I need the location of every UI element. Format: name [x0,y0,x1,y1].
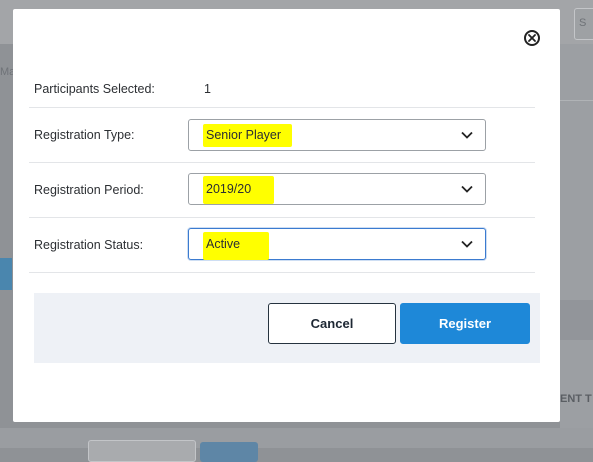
registration-status-select[interactable]: Active [188,228,486,260]
cancel-button[interactable]: Cancel [268,303,396,344]
registration-type-row: Registration Type: Senior Player [29,107,535,163]
background-blue-block [0,258,12,290]
registration-status-row: Registration Status: Active [29,217,535,273]
dialog-footer: Cancel Register [34,293,540,363]
registration-period-value: 2019/20 [206,182,252,196]
background-heading-fragment: ENT T [560,393,592,405]
participants-row: Participants Selected: 1 [29,69,535,108]
registration-period-label: Registration Period: [34,183,144,197]
background-stripe [560,300,593,340]
registration-type-label: Registration Type: [34,128,135,142]
close-x-glyph [528,34,536,42]
registration-type-select[interactable]: Senior Player [188,119,486,151]
chevron-down-icon [461,185,473,193]
chevron-down-icon [461,131,473,139]
register-button[interactable]: Register [400,303,530,344]
background-button-label: S [579,17,587,29]
close-icon[interactable] [524,30,540,46]
registration-status-label: Registration Status: [34,238,144,252]
background-panel [560,44,593,444]
registration-period-row: Registration Period: 2019/20 [29,162,535,218]
background-button: S [574,8,593,40]
chevron-down-icon [461,240,473,248]
registration-type-value: Senior Player [206,128,282,142]
registration-dialog: Participants Selected: 1 Registration Ty… [13,9,560,422]
participants-label: Participants Selected: [34,82,155,96]
participants-count: 1 [204,82,211,96]
registration-period-select[interactable]: 2019/20 [188,173,486,205]
background-divider [560,100,593,101]
background-button-primary [200,442,258,462]
background-button-secondary [88,440,196,462]
registration-status-value: Active [206,237,241,251]
